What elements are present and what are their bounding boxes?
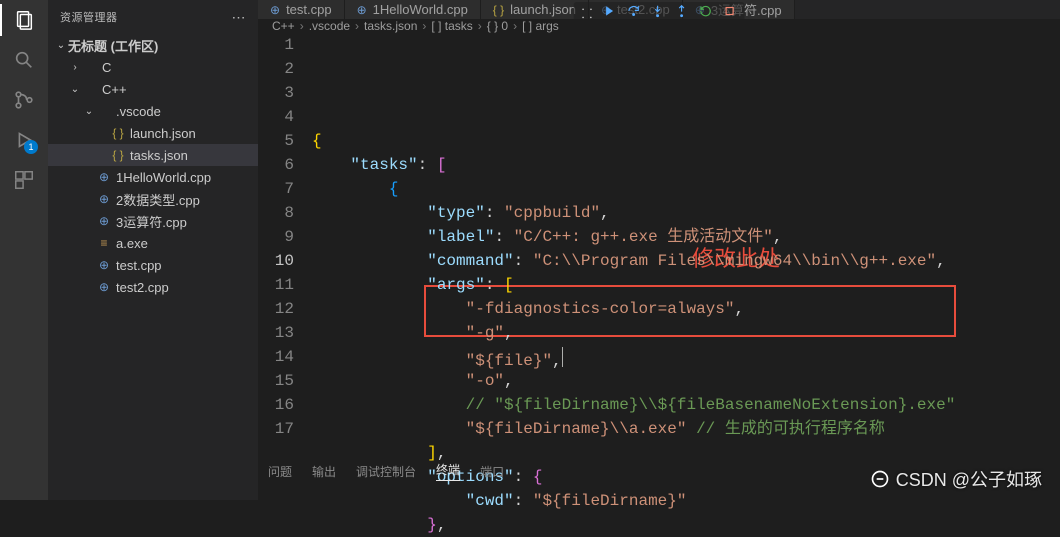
badge: 1 bbox=[24, 140, 38, 154]
debug-restart-icon[interactable] bbox=[698, 4, 712, 18]
tree-item[interactable]: ⊕1HelloWorld.cpp bbox=[48, 166, 258, 188]
sidebar-title: 资源管理器 bbox=[60, 9, 118, 25]
panel-tab[interactable]: 端口 bbox=[480, 463, 504, 480]
debug-toolbar: ⸬ bbox=[574, 2, 745, 24]
code-line[interactable]: "${fileDirname}\\a.exe" // 生成的可执行程序名称 bbox=[312, 417, 1060, 441]
tree-item[interactable]: ⌄C++ bbox=[48, 78, 258, 100]
code-line[interactable]: "tasks": [ bbox=[312, 153, 1060, 177]
extensions-icon[interactable] bbox=[12, 168, 36, 192]
panel-tab[interactable]: 输出 bbox=[312, 463, 336, 480]
file-tree: ⌄无标题 (工作区) ›C⌄C++⌄.vscode{ }launch.json{… bbox=[48, 34, 258, 500]
editor-tab[interactable]: ⊕test.cpp bbox=[258, 0, 345, 19]
watermark: CSDN @公子如琢 bbox=[870, 466, 1042, 492]
debug-stop-icon[interactable] bbox=[722, 4, 736, 18]
code-line[interactable]: // "${fileDirname}\\${fileBasenameNoExte… bbox=[312, 393, 1060, 417]
panel-tab[interactable]: 调试控制台 bbox=[356, 463, 416, 480]
debug-continue-icon[interactable] bbox=[602, 4, 616, 18]
debug-step-out-icon[interactable] bbox=[674, 4, 688, 18]
code-line[interactable]: "cwd": "${fileDirname}" bbox=[312, 489, 1060, 513]
breadcrumb-item[interactable]: .vscode bbox=[309, 19, 350, 33]
tree-item[interactable]: ⊕2数据类型.cpp bbox=[48, 188, 258, 210]
code-line[interactable]: "${file}", bbox=[312, 345, 1060, 369]
breadcrumb-item[interactable]: { } 0 bbox=[487, 19, 508, 33]
grip-icon[interactable]: ⸬ bbox=[582, 4, 593, 22]
source-control-icon[interactable] bbox=[12, 88, 36, 112]
breadcrumb-item[interactable]: [ ] tasks bbox=[431, 19, 472, 33]
code-line[interactable]: "type": "cppbuild", bbox=[312, 201, 1060, 225]
breadcrumb-item[interactable]: C++ bbox=[272, 19, 295, 33]
sidebar: 资源管理器 ⋯ ⌄无标题 (工作区) ›C⌄C++⌄.vscode{ }laun… bbox=[48, 0, 258, 500]
panel-tab[interactable]: 问题 bbox=[268, 463, 292, 480]
panel-tab[interactable]: 终端 bbox=[436, 461, 460, 481]
panel-tabs: 问题 输出 调试控制台 终端 端口 bbox=[258, 456, 504, 486]
editor-area: ⸬ ⊕test.cpp⊕1HelloWorld.cpp{ }launch.jso… bbox=[258, 0, 1060, 500]
more-icon[interactable]: ⋯ bbox=[232, 9, 247, 26]
debug-step-into-icon[interactable] bbox=[650, 4, 664, 18]
tree-item[interactable]: ›C bbox=[48, 56, 258, 78]
sidebar-header: 资源管理器 ⋯ bbox=[48, 0, 258, 34]
tree-item[interactable]: { }tasks.json bbox=[48, 144, 258, 166]
code-line[interactable]: }, bbox=[312, 513, 1060, 537]
code-line[interactable]: "-g", bbox=[312, 321, 1060, 345]
activity-bar: 1 bbox=[0, 0, 48, 500]
tree-item[interactable]: ⊕test2.cpp bbox=[48, 276, 258, 298]
tree-item[interactable]: ⊕3运算符.cpp bbox=[48, 210, 258, 232]
tree-item[interactable]: ⌄.vscode bbox=[48, 100, 258, 122]
tree-item[interactable]: { }launch.json bbox=[48, 122, 258, 144]
debug-step-over-icon[interactable] bbox=[626, 4, 640, 18]
code-line[interactable]: "-o", bbox=[312, 369, 1060, 393]
explorer-icon[interactable] bbox=[12, 8, 36, 32]
breadcrumb-item[interactable]: [ ] args bbox=[522, 19, 559, 33]
code-line[interactable]: "args": [ bbox=[312, 273, 1060, 297]
code-line[interactable]: { bbox=[312, 177, 1060, 201]
tree-item[interactable]: ≡a.exe bbox=[48, 232, 258, 254]
editor-tab[interactable]: ⊕1HelloWorld.cpp bbox=[345, 0, 481, 19]
code-line[interactable]: { bbox=[312, 129, 1060, 153]
search-icon[interactable] bbox=[12, 48, 36, 72]
tree-item[interactable]: ⊕test.cpp bbox=[48, 254, 258, 276]
code-line[interactable]: "label": "C/C++: g++.exe 生成活动文件", bbox=[312, 225, 1060, 249]
run-debug-icon[interactable]: 1 bbox=[12, 128, 36, 152]
code-line[interactable]: "command": "C:\\Program Files\\mingw64\\… bbox=[312, 249, 1060, 273]
code-line[interactable]: "-fdiagnostics-color=always", bbox=[312, 297, 1060, 321]
tab-row: ⸬ ⊕test.cpp⊕1HelloWorld.cpp{ }launch.jso… bbox=[258, 0, 1060, 19]
tree-root[interactable]: ⌄无标题 (工作区) bbox=[48, 34, 258, 56]
breadcrumb-item[interactable]: tasks.json bbox=[364, 19, 417, 33]
